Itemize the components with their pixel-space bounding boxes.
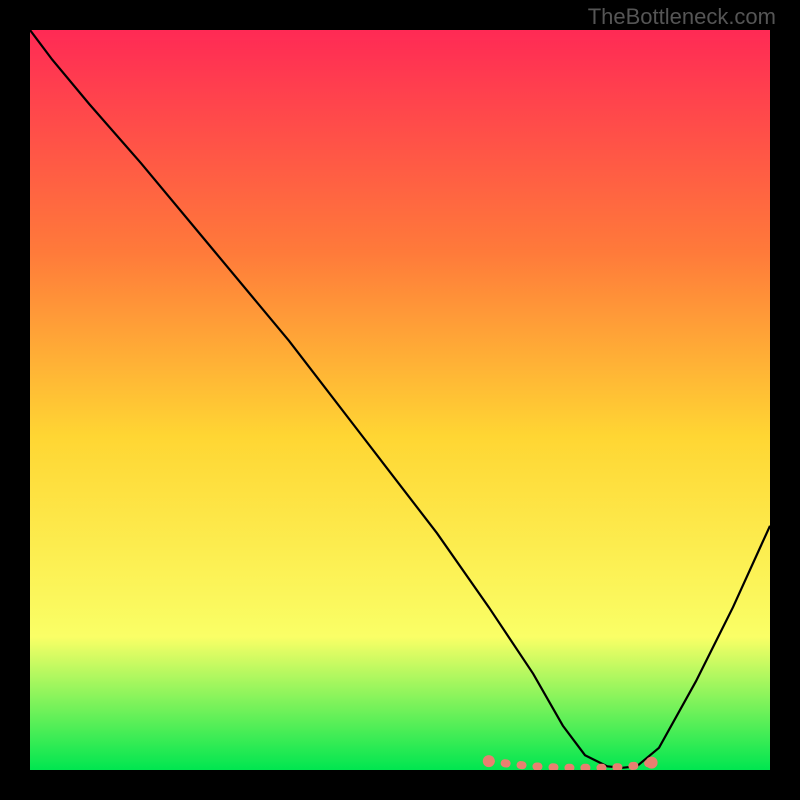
highlight-end-dot (483, 755, 495, 767)
plot-area (30, 30, 770, 770)
chart-container: TheBottleneck.com (0, 0, 800, 800)
chart-svg (30, 30, 770, 770)
highlight-end-dot (646, 757, 658, 769)
watermark-text: TheBottleneck.com (588, 4, 776, 30)
gradient-background (30, 30, 770, 770)
